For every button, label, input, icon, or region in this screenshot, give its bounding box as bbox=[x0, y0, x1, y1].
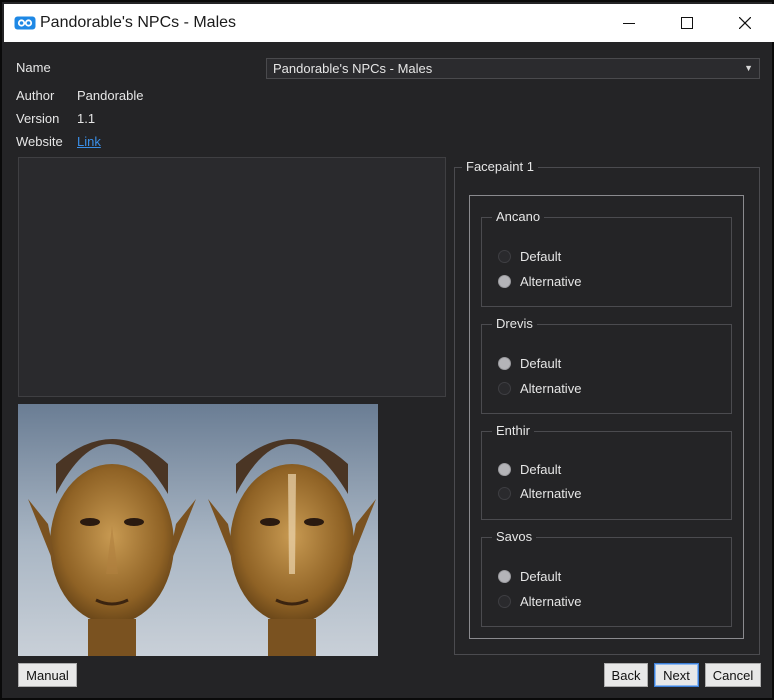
option-group-title: Drevis bbox=[492, 316, 537, 331]
radio-enthir-default[interactable]: Default bbox=[498, 460, 561, 478]
radio-selected-icon bbox=[498, 356, 511, 370]
website-link[interactable]: Link bbox=[77, 134, 101, 149]
facepaint-group-title: Facepaint 1 bbox=[462, 159, 538, 174]
next-button[interactable]: Next bbox=[654, 663, 699, 687]
option-group-enthir: Enthir Default Alternative bbox=[481, 423, 732, 520]
option-group-title: Ancano bbox=[492, 209, 545, 224]
minimize-button[interactable] bbox=[600, 4, 658, 42]
installer-window: Pandorable's NPCs - Males Name Pandorabl… bbox=[0, 0, 774, 700]
radio-icon bbox=[498, 486, 511, 500]
radio-label: Alternative bbox=[520, 593, 582, 609]
radio-ancano-default[interactable]: Default bbox=[498, 247, 561, 265]
radio-selected-icon bbox=[498, 274, 511, 288]
description-panel bbox=[18, 157, 446, 397]
preview-faces-image bbox=[18, 404, 378, 656]
name-dropdown[interactable]: Pandorable's NPCs - Males ▼ bbox=[266, 58, 760, 79]
radio-icon bbox=[498, 249, 511, 263]
radio-selected-icon bbox=[498, 462, 511, 476]
radio-label: Alternative bbox=[520, 273, 582, 289]
preview-image bbox=[18, 404, 378, 656]
author-label: Author bbox=[16, 88, 55, 103]
manual-button[interactable]: Manual bbox=[18, 663, 77, 687]
version-label: Version bbox=[16, 111, 60, 126]
option-group-drevis: Drevis Default Alternative bbox=[481, 316, 732, 414]
name-dropdown-value: Pandorable's NPCs - Males bbox=[273, 61, 433, 76]
maximize-icon bbox=[681, 17, 693, 29]
radio-savos-default[interactable]: Default bbox=[498, 567, 561, 585]
radio-label: Default bbox=[520, 248, 562, 264]
radio-icon bbox=[498, 594, 511, 608]
window-title: Pandorable's NPCs - Males bbox=[40, 14, 237, 31]
radio-savos-alternative[interactable]: Alternative bbox=[498, 592, 581, 610]
radio-label: Alternative bbox=[520, 485, 582, 501]
app-logo-icon bbox=[14, 16, 36, 30]
website-label: Website bbox=[16, 134, 63, 149]
version-value: 1.1 bbox=[77, 111, 96, 126]
radio-label: Default bbox=[520, 568, 562, 584]
radio-selected-icon bbox=[498, 569, 511, 583]
radio-label: Alternative bbox=[520, 380, 582, 396]
radio-icon bbox=[498, 381, 511, 395]
chevron-down-icon: ▼ bbox=[744, 63, 753, 73]
author-value: Pandorable bbox=[77, 88, 144, 103]
option-group-savos: Savos Default Alternative bbox=[481, 529, 732, 627]
radio-drevis-alternative[interactable]: Alternative bbox=[498, 379, 581, 397]
maximize-button[interactable] bbox=[658, 4, 716, 42]
radio-enthir-alternative[interactable]: Alternative bbox=[498, 484, 581, 502]
name-label: Name bbox=[16, 60, 51, 75]
radio-label: Default bbox=[520, 461, 562, 477]
option-group-title: Enthir bbox=[492, 423, 534, 438]
option-group-title: Savos bbox=[492, 529, 537, 544]
radio-ancano-alternative[interactable]: Alternative bbox=[498, 272, 581, 290]
cancel-button[interactable]: Cancel bbox=[705, 663, 761, 687]
option-group-ancano: Ancano Default Alternative bbox=[481, 209, 732, 307]
radio-label: Default bbox=[520, 355, 562, 371]
back-button[interactable]: Back bbox=[604, 663, 648, 687]
title-bar[interactable]: Pandorable's NPCs - Males bbox=[4, 4, 774, 42]
close-button[interactable] bbox=[716, 4, 774, 42]
radio-drevis-default[interactable]: Default bbox=[498, 354, 561, 372]
minimize-icon bbox=[623, 23, 635, 24]
close-icon bbox=[739, 17, 751, 29]
